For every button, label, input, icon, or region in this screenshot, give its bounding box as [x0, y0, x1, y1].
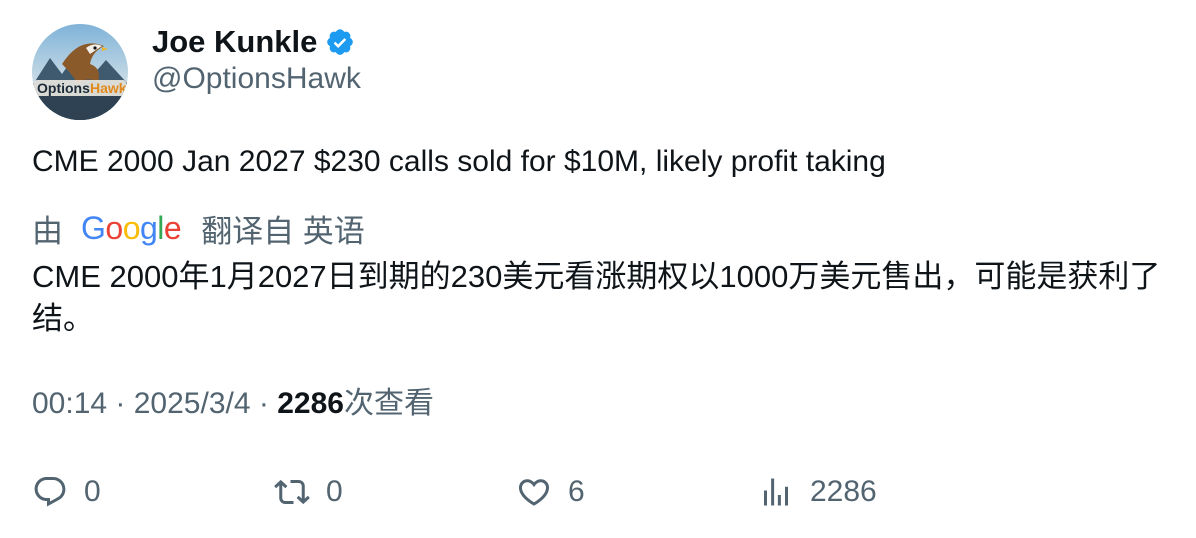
meta-separator: · — [107, 387, 134, 420]
reply-icon — [34, 477, 66, 507]
display-name[interactable]: Joe Kunkle — [152, 24, 317, 60]
meta-separator: · — [250, 387, 278, 420]
avatar[interactable]: Options Hawk — [32, 24, 128, 120]
verified-badge-icon[interactable] — [325, 27, 355, 57]
translation-prefix: 由 — [32, 213, 63, 249]
like-count: 6 — [568, 475, 585, 508]
svg-text:Options: Options — [37, 80, 90, 96]
like-button[interactable]: 6 — [516, 468, 585, 516]
author-handle[interactable]: @OptionsHawk — [152, 62, 361, 96]
translation-attribution: 由 Google 翻译自 英语 — [32, 206, 365, 250]
tweet-time[interactable]: 00:14 — [32, 387, 107, 420]
retweet-button[interactable]: 0 — [274, 468, 343, 516]
svg-text:Hawk: Hawk — [90, 80, 127, 96]
tweet-card: Options Hawk Joe Kunkle @OptionsHawk CME… — [0, 0, 1196, 538]
action-bar: 0 0 6 2286 — [0, 468, 1196, 516]
tweet-meta: 00:14 · 2025/3/4 · 2286次查看 — [32, 384, 434, 424]
heart-icon — [518, 479, 550, 506]
views-button[interactable]: 2286 — [758, 468, 877, 516]
translated-text: CME 2000年1月2027日到期的230美元看涨期权以1000万美元售出，可… — [32, 259, 1161, 336]
reply-count: 0 — [84, 475, 101, 508]
views-label: 次查看 — [343, 387, 434, 420]
translation-source-language[interactable]: 翻译自 英语 — [201, 206, 365, 251]
reply-button[interactable]: 0 — [32, 468, 101, 516]
author-row: Joe Kunkle — [152, 22, 355, 62]
retweet-count: 0 — [326, 475, 343, 508]
analytics-icon — [764, 478, 788, 506]
tweet-text: CME 2000 Jan 2027 $230 calls sold for $1… — [32, 145, 886, 178]
retweet-icon — [274, 479, 310, 505]
google-logo: Google — [81, 209, 182, 246]
views-action-count: 2286 — [810, 475, 877, 508]
tweet-date[interactable]: 2025/3/4 — [134, 387, 251, 420]
views-count: 2286 — [277, 387, 344, 420]
avatar-image: Options Hawk — [32, 24, 128, 120]
